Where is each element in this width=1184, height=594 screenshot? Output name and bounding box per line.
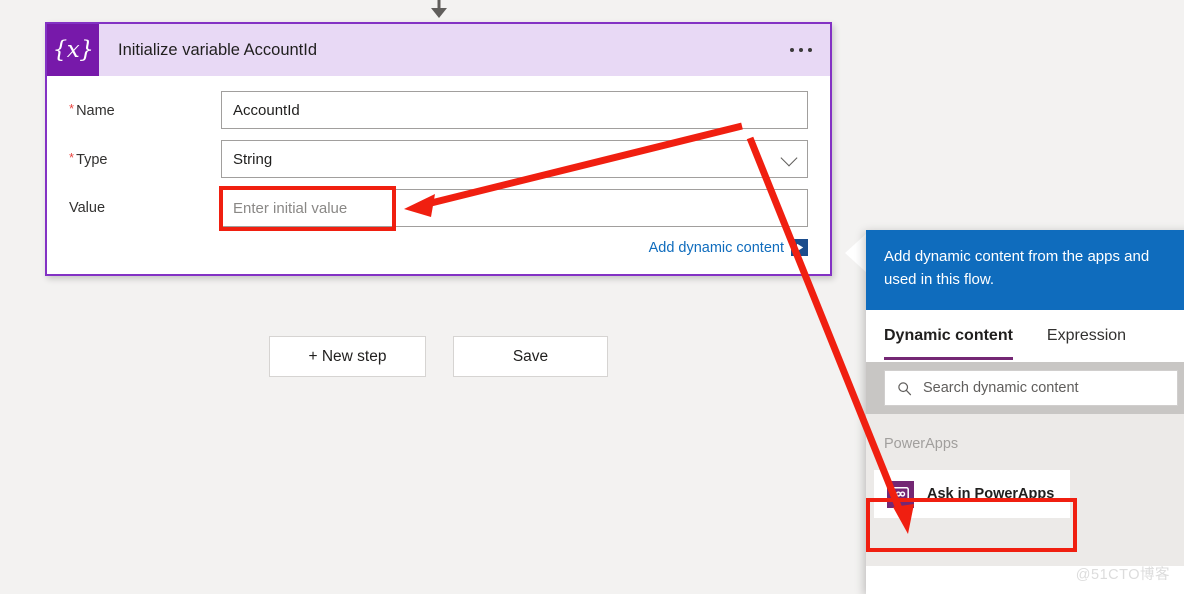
required-asterisk: * [69,150,75,165]
search-band: Search dynamic content [866,362,1184,414]
value-input-placeholder: Enter initial value [233,199,348,217]
watermark: @51CTO博客 [1075,567,1170,583]
chevron-down-icon [780,149,798,167]
add-dynamic-content-link[interactable]: Add dynamic content [649,240,784,256]
tab-dynamic-content[interactable]: Dynamic content [884,310,1013,362]
more-options-icon[interactable] [790,48,812,52]
powerapps-icon [887,480,914,508]
dynamic-content-item-label: Ask in PowerApps [927,486,1055,502]
type-dropdown-value: String [233,150,273,168]
add-dynamic-content-badge-icon[interactable] [791,239,808,256]
field-row-value: Value Enter initial value [69,189,808,227]
name-input[interactable]: AccountId [221,91,808,129]
search-input-placeholder: Search dynamic content [923,380,1079,396]
name-field-label: * Name [69,101,115,119]
flow-connector-arrow [431,0,447,18]
new-step-button[interactable]: + New step [269,336,426,377]
group-label: PowerApps [884,436,959,452]
required-asterisk: * [69,101,75,116]
value-field-label: Value [69,200,106,216]
field-row-type: * Type String [69,140,808,178]
name-input-value: AccountId [233,101,300,119]
type-dropdown[interactable]: String [221,140,808,178]
dynamic-content-item-ask-in-powerapps[interactable]: Ask in PowerApps [874,470,1070,518]
variable-icon: {x} [47,24,99,76]
search-input[interactable]: Search dynamic content [884,370,1178,406]
flyout-banner-text: Add dynamic content from the apps and us… [866,230,1184,310]
card-header: {x} Initialize variable AccountId [47,24,830,76]
search-icon [898,381,912,395]
dynamic-content-group-powerapps: PowerApps Ask in PowerApps [866,414,1184,566]
add-dynamic-content-row: Add dynamic content [47,238,830,256]
flyout-tabs: Dynamic content Expression [866,310,1184,362]
card-title: Initialize variable AccountId [118,40,318,59]
type-field-label: * Type [69,150,108,168]
save-button[interactable]: Save [453,336,608,377]
dynamic-content-flyout: Add dynamic content from the apps and us… [866,230,1184,594]
value-input[interactable]: Enter initial value [221,189,808,227]
field-row-name: * Name AccountId [69,91,808,129]
tab-expression[interactable]: Expression [1047,310,1126,362]
card-body: * Name AccountId * Type String Value Enter… [47,76,830,227]
initialize-variable-card[interactable]: {x} Initialize variable AccountId * Name … [45,22,832,276]
